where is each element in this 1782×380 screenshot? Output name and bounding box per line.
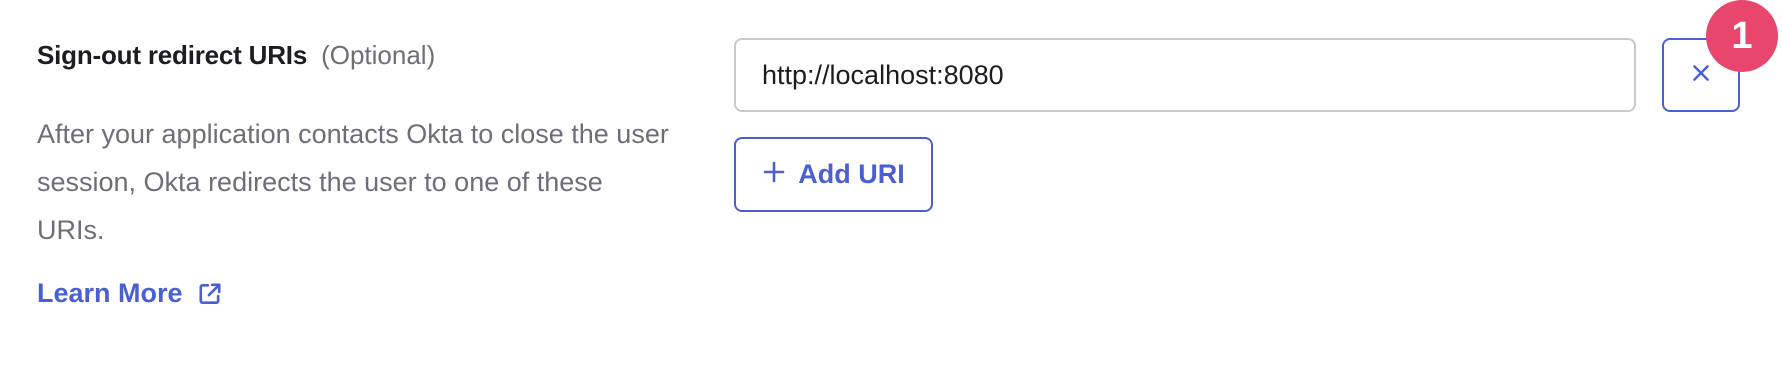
external-link-icon	[197, 281, 223, 307]
add-uri-button[interactable]: Add URI	[734, 137, 933, 212]
learn-more-link[interactable]: Learn More	[37, 278, 223, 309]
add-uri-label: Add URI	[798, 159, 905, 189]
field-label-row: Sign-out redirect URIs (Optional)	[37, 40, 697, 84]
redirect-uri-input[interactable]	[734, 38, 1636, 112]
step-number-badge: 1	[1706, 0, 1778, 72]
field-info: Sign-out redirect URIs (Optional) After …	[37, 40, 697, 309]
field-description: After your application contacts Okta to …	[37, 119, 669, 245]
plus-icon	[762, 160, 786, 189]
learn-more-label: Learn More	[37, 278, 183, 308]
optional-tag: (Optional)	[321, 40, 436, 70]
field-label: Sign-out redirect URIs	[37, 40, 308, 70]
close-icon	[1690, 62, 1712, 89]
